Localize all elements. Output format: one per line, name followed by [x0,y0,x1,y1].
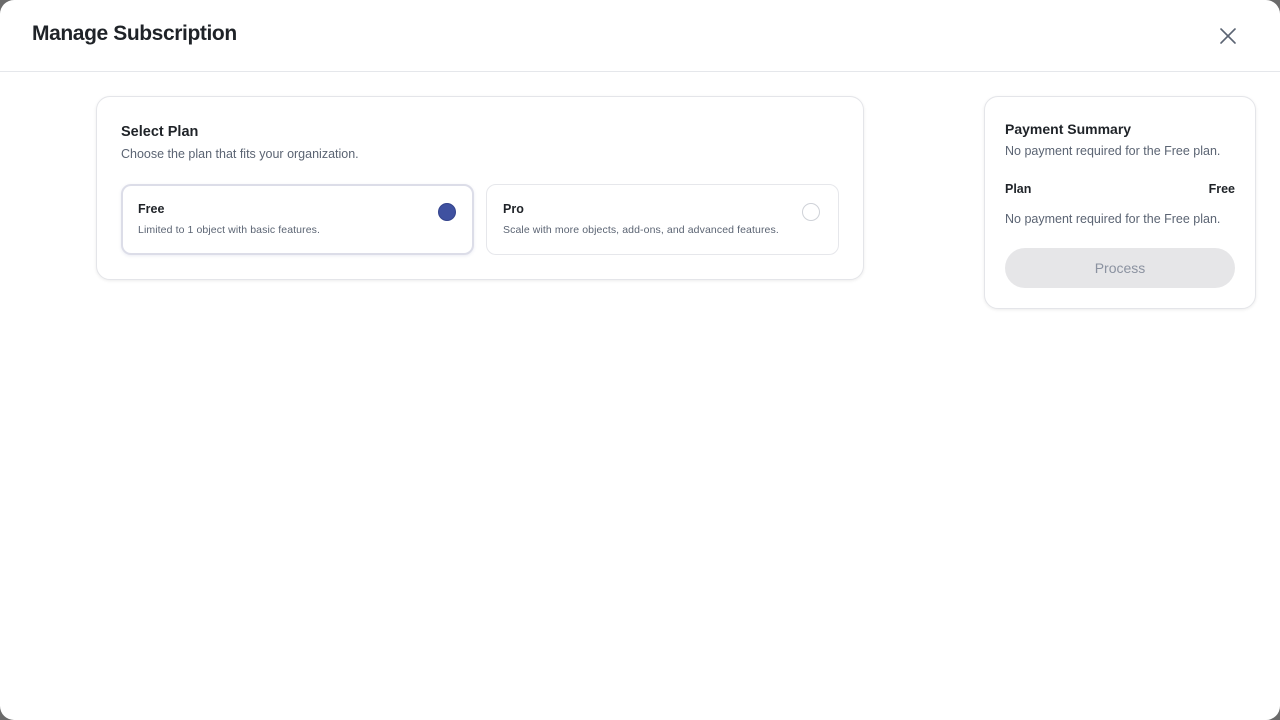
plan-option-description: Limited to 1 object with basic features. [138,224,321,236]
close-button[interactable] [1214,22,1242,50]
plan-row-value: Free [1208,182,1235,196]
plan-option-free[interactable]: Free Limited to 1 object with basic feat… [121,184,474,255]
plan-option-name: Free [138,202,165,216]
manage-subscription-dialog: Manage Subscription Select Plan Choose t… [0,0,1280,720]
dialog-title: Manage Subscription [32,22,237,45]
plan-option-pro[interactable]: Pro Scale with more objects, add-ons, an… [486,184,839,255]
select-plan-card: Select Plan Choose the plan that fits yo… [96,96,864,280]
payment-summary-note-secondary: No payment required for the Free plan. [1005,212,1221,226]
payment-summary-note: No payment required for the Free plan. [1005,144,1221,158]
radio-checked-icon[interactable] [438,203,456,221]
select-plan-subtitle: Choose the plan that fits your organizat… [121,147,359,161]
payment-summary-title: Payment Summary [1005,121,1132,137]
plan-option-name: Pro [503,202,524,216]
payment-summary-card: Payment Summary No payment required for … [984,96,1256,309]
plan-row-label: Plan [1005,182,1032,196]
radio-unchecked-icon[interactable] [802,203,820,221]
dialog-header: Manage Subscription [0,0,1280,72]
plan-option-description: Scale with more objects, add-ons, and ad… [503,224,779,236]
close-icon [1214,22,1242,50]
select-plan-title: Select Plan [121,124,199,140]
process-button[interactable]: Process [1005,248,1235,288]
